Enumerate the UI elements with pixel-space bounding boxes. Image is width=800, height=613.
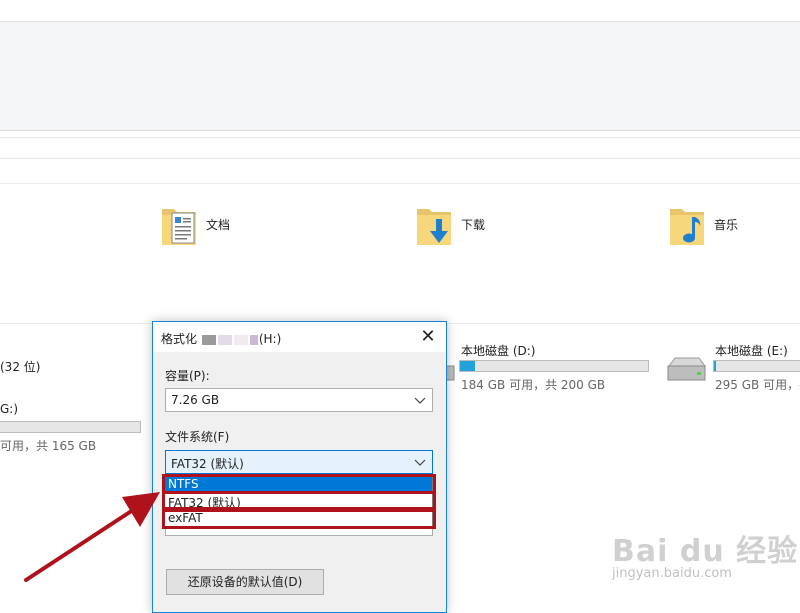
dialog-title-bar: 格式化 (H:) ✕ (153, 322, 446, 352)
redacted-block (233, 334, 248, 345)
drive-e-usage-fill (714, 361, 716, 371)
ribbon (0, 22, 800, 131)
hard-drive-icon (667, 357, 706, 381)
folder-downloads[interactable]: 下载 (415, 203, 535, 251)
redacted-block (217, 334, 232, 345)
music-folder-icon (670, 209, 704, 245)
dialog-title-prefix: 格式化 (161, 332, 198, 346)
filesystem-label: 文件系统(F) (165, 430, 230, 444)
drive-d-label[interactable]: 本地磁盘 (D:) (461, 342, 535, 359)
capacity-select[interactable]: 7.26 GB (165, 388, 433, 412)
dialog-title-suffix: (H:) (258, 332, 282, 346)
folder-label: 音乐 (714, 218, 739, 232)
drive-usage-bar (0, 421, 141, 433)
format-dialog: 格式化 (H:) ✕ 容量(P): 7.26 GB 文件系统(F) FAT32 … (152, 321, 447, 613)
highlight-box-fat32 (162, 491, 436, 510)
restore-defaults-button[interactable]: 还原设备的默认值(D) (166, 569, 324, 595)
chevron-down-icon (414, 397, 426, 404)
folder-music[interactable]: 音乐 (668, 203, 788, 251)
folder-label: 文档 (206, 218, 231, 232)
folder-label: 下载 (461, 218, 486, 232)
downloads-folder-icon (417, 209, 451, 245)
drive-label: G:) (0, 402, 19, 416)
divider (0, 158, 800, 159)
drive-e-usage-bar (713, 360, 800, 372)
redacted-block (249, 334, 258, 345)
divider (0, 137, 800, 138)
divider (0, 183, 800, 184)
capacity-label: 容量(P): (165, 369, 210, 383)
filesystem-value: FAT32 (默认) (171, 457, 244, 471)
drive-arch-text: (32 位) (0, 360, 41, 374)
redacted-block (201, 334, 216, 345)
watermark-url: jingyan.baidu.com (612, 566, 732, 581)
filesystem-select[interactable]: FAT32 (默认) (165, 450, 433, 474)
drive-space-text: 可用，共 165 GB (0, 439, 97, 453)
title-bar (0, 0, 800, 22)
watermark: Bai du 经验 jingyan.baidu.com (600, 512, 800, 592)
documents-folder-icon (162, 209, 196, 245)
drive-d-space-text: 184 GB 可用，共 200 GB (461, 378, 606, 392)
capacity-value: 7.26 GB (171, 393, 220, 407)
watermark-logo: Bai du 经验 (612, 534, 799, 569)
highlight-box-exfat (162, 509, 436, 529)
folder-documents[interactable]: 文档 (160, 203, 280, 251)
chevron-down-icon (414, 459, 426, 466)
close-icon[interactable]: ✕ (418, 327, 438, 347)
drive-d-usage-bar (459, 360, 649, 372)
drive-e-label[interactable]: 本地磁盘 (E:) (715, 342, 788, 359)
drive-d-usage-fill (460, 361, 476, 371)
drive-e-space-text: 295 GB 可用，共 29 (715, 378, 800, 392)
dialog-title: 格式化 (H:) (161, 330, 281, 347)
